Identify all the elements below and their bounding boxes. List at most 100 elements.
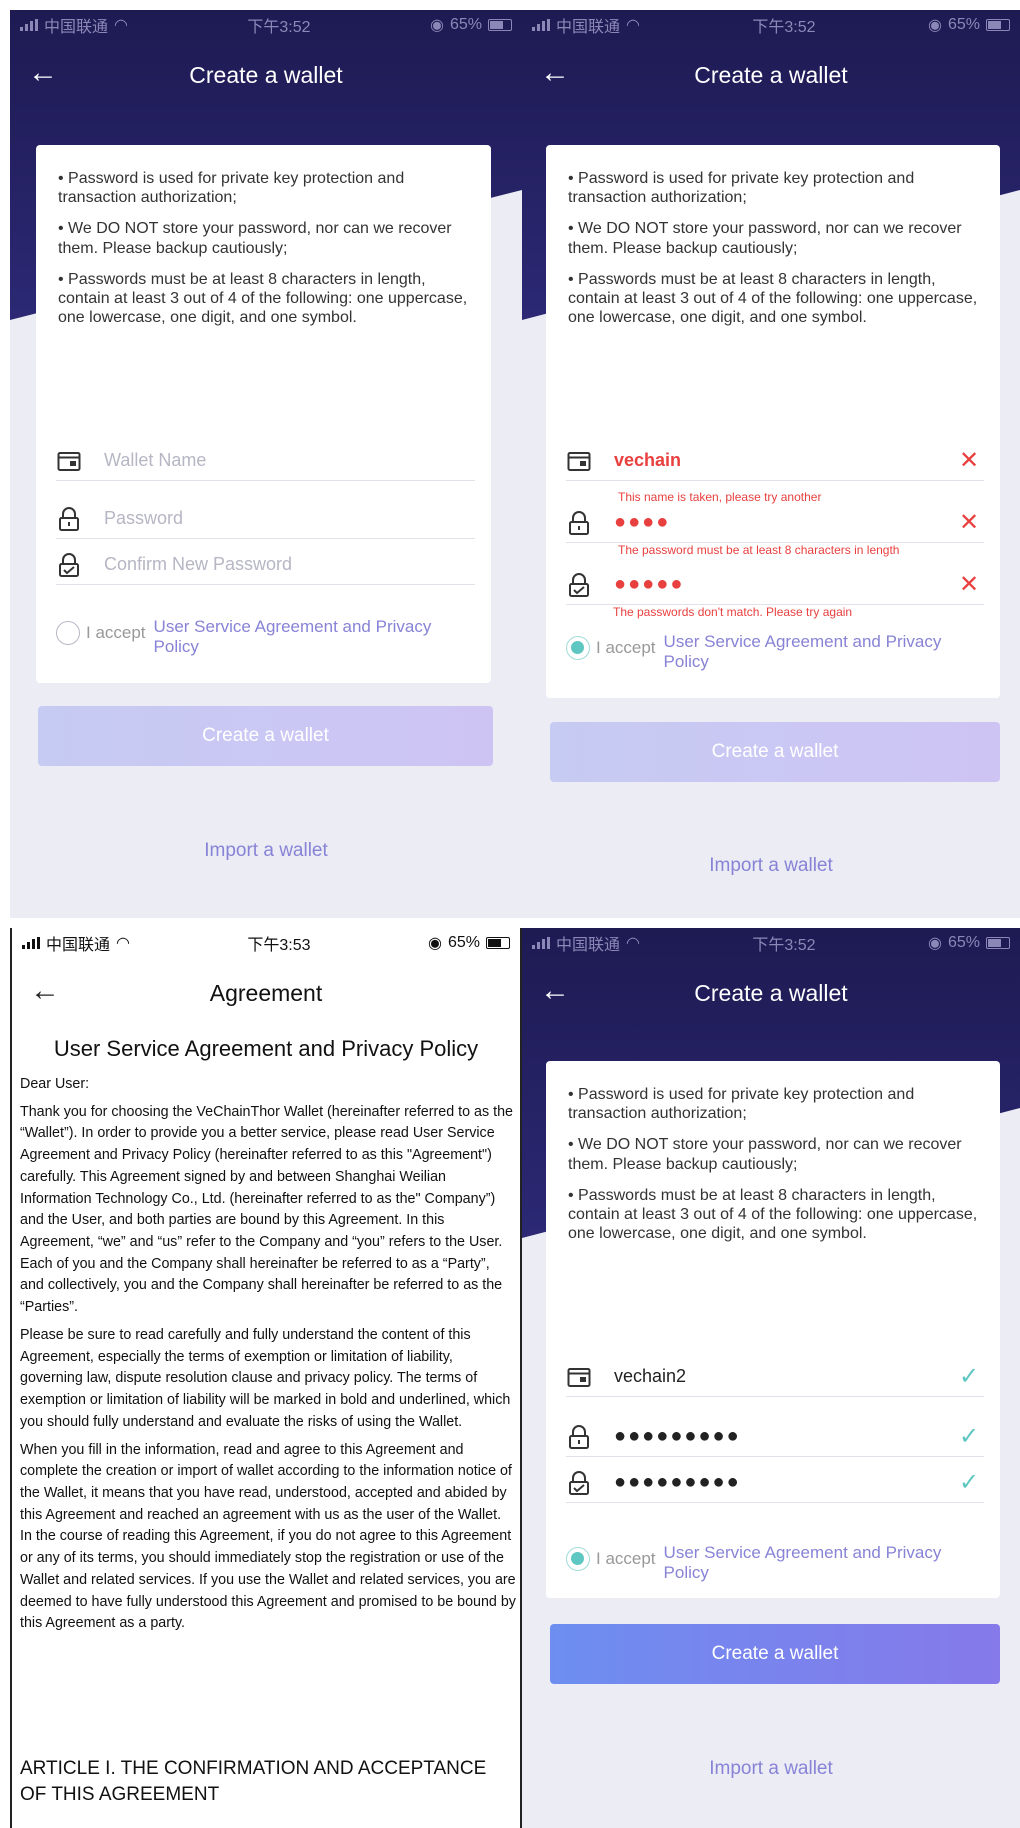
nav-bar: ← Create a wallet — [522, 50, 1020, 100]
back-arrow-icon[interactable]: ← — [28, 56, 58, 90]
nav-bar: ← Create a wallet — [10, 50, 522, 100]
wifi-icon: ◠ — [116, 935, 130, 952]
back-arrow-icon[interactable]: ← — [540, 56, 570, 90]
form-card: • Password is used for private key prote… — [36, 145, 491, 683]
wallet-name-input[interactable]: vechain2 — [614, 1366, 954, 1387]
status-bar: 中国联通 ◠ 下午3:52 ◉ 65% — [522, 10, 1020, 40]
screenshot-collage: 中国联通 ◠ 下午3:52 ◉ 65% ← Create a wallet • Pa… — [0, 0, 1020, 1828]
check-icon: ✓ — [958, 1469, 980, 1496]
accept-row: I accept User Service Agreement and Priv… — [566, 632, 964, 671]
wallet-name-field[interactable]: vechain2 ✓ — [566, 1357, 984, 1397]
clock: 下午3:52 — [752, 19, 816, 36]
password-input[interactable]: ●●●●●●●●● — [614, 1425, 954, 1448]
accept-label: I accept — [86, 623, 146, 642]
lock-rotation-icon: ◉ — [429, 17, 444, 34]
agreement-link[interactable]: User Service Agreement and Privacy Polic… — [664, 632, 964, 671]
rule-item: • Passwords must be at least 8 character… — [568, 270, 978, 327]
password-field[interactable]: ●●●●●●●●● ✓ — [566, 1417, 984, 1457]
back-arrow-icon[interactable]: ← — [540, 974, 570, 1008]
rule-item: • Password is used for private key prote… — [568, 170, 915, 207]
lock-icon — [566, 510, 592, 536]
agreement-screen: 中国联通 ◠ 下午3:53 ◉ 65% ← Agreement User Servi… — [10, 928, 522, 1828]
confirm-error-message: The passwords don't match. Please try ag… — [613, 605, 853, 619]
battery-percent: 65% — [947, 934, 980, 951]
nav-bar: ← Create a wallet — [522, 968, 1020, 1018]
page-title: Agreement — [209, 979, 323, 1006]
check-icon: ✓ — [958, 1363, 980, 1390]
signal-icon — [532, 19, 550, 31]
error-x-icon: ✕ — [958, 447, 980, 474]
password-input[interactable]: Password — [104, 508, 475, 529]
battery-percent: 65% — [947, 16, 980, 33]
confirm-password-field[interactable]: ●●●●●●●●● ✓ — [566, 1463, 984, 1503]
accept-radio[interactable] — [56, 621, 80, 645]
carrier-label: 中国联通 — [556, 937, 621, 954]
wallet-name-input[interactable]: vechain — [614, 450, 954, 471]
create-wallet-button[interactable]: Create a wallet — [550, 1624, 1000, 1684]
confirm-password-field[interactable]: ●●●●● ✕ — [566, 565, 984, 605]
lock-icon — [566, 1424, 592, 1450]
battery-icon — [487, 19, 512, 31]
wallet-name-field[interactable]: Wallet Name — [56, 441, 475, 481]
confirm-password-input[interactable]: ●●●●● — [614, 573, 954, 596]
error-x-icon: ✕ — [958, 571, 980, 598]
page-title: Create a wallet — [694, 61, 848, 88]
wallet-icon — [566, 1364, 592, 1390]
signal-icon — [532, 937, 550, 949]
wifi-icon: ◠ — [626, 935, 640, 952]
page-title: Create a wallet — [694, 979, 848, 1006]
agreement-paragraph: Please be sure to read carefully and ful… — [20, 1326, 511, 1430]
rule-item: • We DO NOT store your password, nor can… — [58, 220, 452, 257]
agreement-body: Dear User: Thank you for choosing the Ve… — [20, 1074, 516, 1641]
password-field[interactable]: ●●●● ✕ — [566, 503, 984, 543]
wifi-icon: ◠ — [626, 17, 640, 34]
agreement-link[interactable]: User Service Agreement and Privacy Polic… — [154, 617, 454, 656]
accept-label: I accept — [596, 1549, 656, 1568]
clock: 下午3:53 — [247, 937, 311, 954]
rule-item: • Password is used for private key prote… — [58, 170, 405, 207]
form-card: • Password is used for private key prote… — [546, 145, 1000, 698]
accept-radio[interactable] — [566, 1547, 590, 1571]
confirm-password-input[interactable]: ●●●●●●●●● — [614, 1471, 954, 1494]
status-bar: 中国联通 ◠ 下午3:52 ◉ 65% — [10, 10, 522, 40]
confirm-lock-icon — [56, 552, 82, 578]
import-wallet-link[interactable]: Import a wallet — [10, 840, 522, 862]
wallet-icon — [566, 448, 592, 474]
clock: 下午3:52 — [247, 19, 311, 36]
accept-radio[interactable] — [566, 636, 590, 660]
accept-row: I accept User Service Agreement and Priv… — [56, 617, 454, 656]
wifi-icon: ◠ — [114, 17, 128, 34]
confirm-lock-icon — [566, 572, 592, 598]
error-x-icon: ✕ — [958, 509, 980, 536]
agreement-heading: User Service Agreement and Privacy Polic… — [53, 1036, 479, 1061]
battery-icon — [985, 19, 1010, 31]
back-arrow-icon[interactable]: ← — [30, 974, 60, 1008]
signal-icon — [20, 19, 38, 31]
confirm-password-field[interactable]: Confirm New Password — [56, 545, 475, 585]
password-field[interactable]: Password — [56, 499, 475, 539]
create-wallet-empty-screen: 中国联通 ◠ 下午3:52 ◉ 65% ← Create a wallet • Pa… — [10, 10, 522, 918]
create-wallet-button[interactable]: Create a wallet — [38, 706, 493, 766]
rule-item: • We DO NOT store your password, nor can… — [568, 1136, 962, 1173]
page-title: Create a wallet — [189, 61, 343, 88]
battery-percent: 65% — [449, 16, 482, 33]
import-wallet-link[interactable]: Import a wallet — [522, 855, 1020, 877]
password-input[interactable]: ●●●● — [614, 511, 954, 534]
wallet-name-field[interactable]: vechain ✕ — [566, 441, 984, 481]
clock: 下午3:52 — [752, 937, 816, 954]
lock-icon — [56, 506, 82, 532]
create-wallet-button[interactable]: Create a wallet — [550, 722, 1000, 782]
agreement-paragraph: When you fill in the information, read a… — [20, 1441, 516, 1632]
status-bar: 中国联通 ◠ 下午3:52 ◉ 65% — [522, 928, 1020, 958]
password-rules: • Password is used for private key prote… — [546, 145, 1000, 327]
create-wallet-valid-screen: 中国联通 ◠ 下午3:52 ◉ 65% ← Create a wallet • Pa… — [522, 928, 1020, 1828]
article-heading: ARTICLE I. THE CONFIRMATION AND ACCEPTAN… — [20, 1758, 487, 1805]
wallet-name-input[interactable]: Wallet Name — [104, 450, 475, 471]
agreement-link[interactable]: User Service Agreement and Privacy Polic… — [664, 1543, 964, 1582]
status-bar: 中国联通 ◠ 下午3:53 ◉ 65% — [12, 928, 520, 958]
import-wallet-link[interactable]: Import a wallet — [522, 1758, 1020, 1780]
battery-percent: 65% — [447, 934, 480, 951]
confirm-password-input[interactable]: Confirm New Password — [104, 554, 475, 575]
carrier-label: 中国联通 — [44, 19, 109, 36]
battery-icon — [985, 937, 1010, 949]
